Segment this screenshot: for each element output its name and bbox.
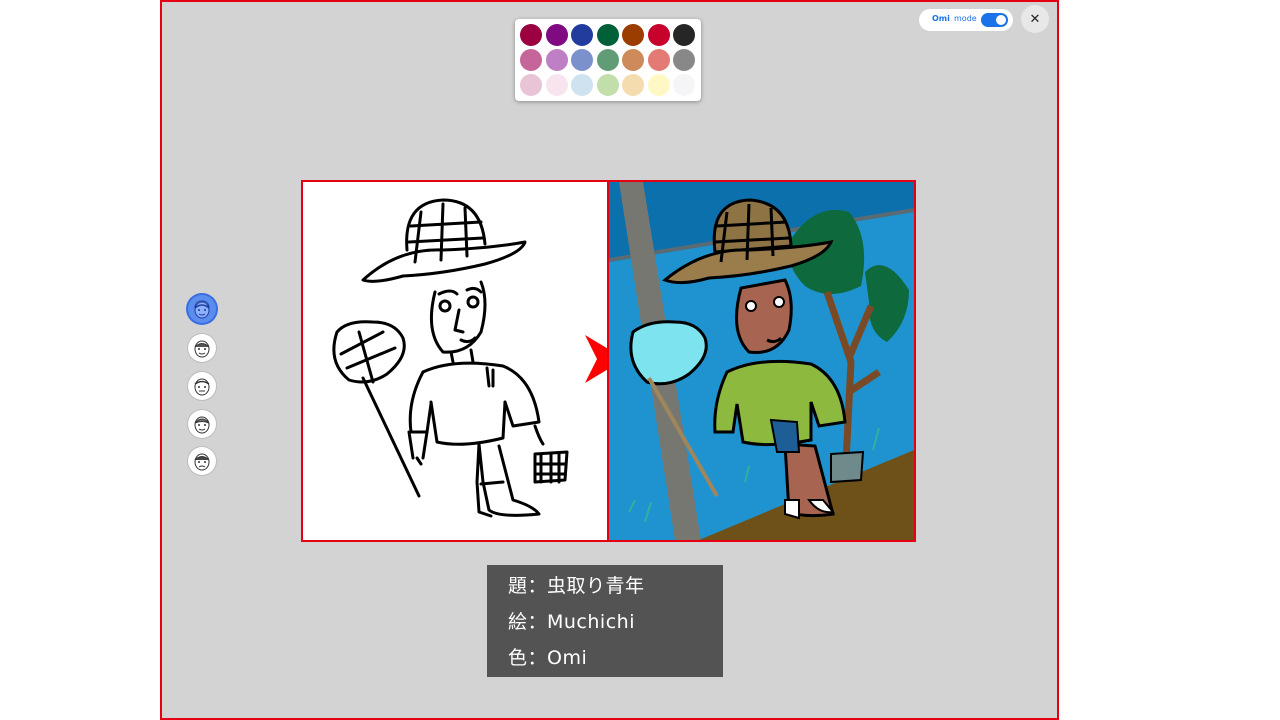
color-swatch[interactable] — [520, 24, 542, 46]
avatar-option-5[interactable] — [188, 447, 216, 475]
caption-colorist: 色：Omi — [508, 647, 588, 669]
color-swatch[interactable] — [571, 49, 593, 71]
face-icon — [194, 340, 210, 358]
toggle-knob — [996, 15, 1006, 25]
color-swatch[interactable] — [647, 74, 670, 96]
color-swatch[interactable] — [545, 49, 568, 71]
caption-artist: 絵：Muchichi — [508, 611, 635, 633]
face-icon — [194, 453, 210, 471]
face-icon — [194, 378, 210, 396]
avatar-option-3[interactable] — [188, 372, 216, 400]
color-swatch[interactable] — [520, 74, 542, 96]
color-swatch[interactable] — [647, 24, 670, 46]
color-palette — [515, 19, 701, 101]
color-swatch[interactable] — [647, 49, 670, 71]
color-swatch[interactable] — [673, 74, 695, 96]
color-swatch[interactable] — [571, 24, 593, 46]
caption-title: 題：虫取り青年 — [508, 575, 645, 597]
toggle-switch[interactable] — [981, 13, 1008, 27]
color-swatch[interactable] — [571, 74, 593, 96]
color-swatch[interactable] — [622, 49, 644, 71]
colored-art-panel — [607, 180, 916, 542]
face-icon — [194, 300, 210, 319]
avatar-option-1[interactable] — [188, 295, 216, 323]
close-button[interactable]: ✕ — [1021, 5, 1049, 33]
color-swatch[interactable] — [545, 24, 568, 46]
avatar-option-4[interactable] — [188, 410, 216, 438]
color-swatch[interactable] — [673, 49, 695, 71]
color-swatch[interactable] — [520, 49, 542, 71]
line-art-illustration — [332, 198, 569, 518]
color-swatch[interactable] — [622, 24, 644, 46]
color-swatch[interactable] — [596, 24, 619, 46]
color-swatch[interactable] — [673, 24, 695, 46]
toggle-brand-label: Omi — [932, 14, 950, 23]
line-art-panel — [301, 180, 609, 542]
color-swatch[interactable] — [596, 74, 619, 96]
caption-box: 題：虫取り青年 絵：Muchichi 色：Omi — [487, 565, 723, 677]
omi-mode-toggle[interactable]: Omi mode — [919, 9, 1013, 31]
color-swatch[interactable] — [622, 74, 644, 96]
color-swatch[interactable] — [596, 49, 619, 71]
toggle-mode-label: mode — [954, 14, 977, 23]
color-swatch[interactable] — [545, 74, 568, 96]
close-icon: ✕ — [1029, 11, 1041, 27]
colored-illustration — [609, 182, 914, 540]
app-frame: Omi mode ✕ 題：虫取り青年 絵：Muchichi 色：Omi — [160, 0, 1059, 720]
avatar-option-2[interactable] — [188, 334, 216, 362]
face-icon — [194, 416, 210, 434]
